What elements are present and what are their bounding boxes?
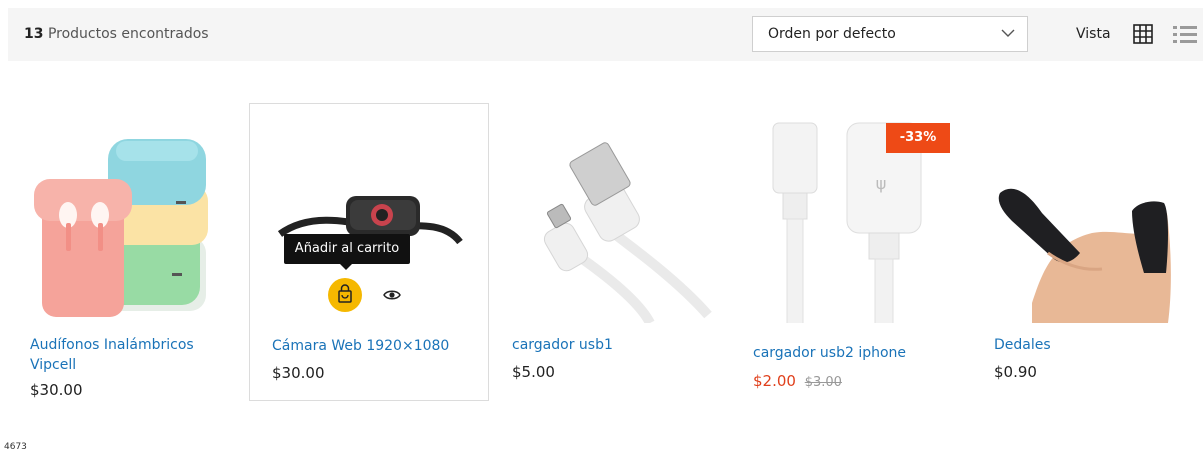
shopping-bag-icon (338, 284, 352, 303)
chevron-down-icon (1001, 29, 1015, 37)
product-title[interactable]: cargador usb1 (512, 335, 712, 355)
product-card-3[interactable]: cargador usb1 $5.00 (490, 103, 730, 401)
product-price: $30.00 (272, 364, 325, 382)
sale-price: $2.00 (753, 372, 796, 390)
grid-view-icon[interactable] (1132, 23, 1154, 45)
product-title[interactable]: Audífonos Inalámbricos Vipcell (30, 335, 230, 375)
product-card-1[interactable]: Audífonos Inalámbricos Vipcell $30.00 (8, 103, 248, 401)
product-price: $0.90 (994, 363, 1037, 381)
product-card-5[interactable]: Dedales $0.90 (972, 103, 1203, 401)
add-to-cart-button[interactable] (328, 278, 362, 312)
svg-text:ψ: ψ (876, 174, 887, 193)
product-image-webcam[interactable] (250, 104, 488, 324)
sort-select-value: Orden por defecto (768, 26, 896, 42)
product-title[interactable]: cargador usb2 iphone (753, 343, 953, 363)
product-image-finger-sleeves[interactable] (972, 103, 1203, 323)
add-to-cart-tooltip: Añadir al carrito (284, 234, 410, 270)
product-title[interactable]: Dedales (994, 335, 1194, 355)
results-count: 13 Productos encontrados (24, 26, 209, 42)
original-price: $3.00 (804, 375, 842, 390)
list-view-icon[interactable] (1172, 23, 1198, 45)
product-card-4[interactable]: ψ -33% cargador usb2 iphone $2.00 $3.00 (731, 103, 971, 401)
results-count-number: 13 (24, 26, 44, 42)
product-price: $30.00 (30, 381, 83, 399)
product-image-earbuds[interactable] (8, 103, 246, 323)
discount-badge: -33% (886, 123, 950, 153)
view-label: Vista (1076, 26, 1111, 42)
product-price: $2.00 $3.00 (753, 372, 842, 390)
product-card-2[interactable]: Añadir al carrito Cámara Web 1920×1080 $… (249, 103, 489, 401)
sort-select[interactable]: Orden por defecto (752, 16, 1028, 52)
product-image-usb-cable[interactable] (490, 103, 728, 323)
quick-view-eye-icon[interactable] (382, 285, 402, 305)
results-count-label: Productos encontrados (47, 26, 209, 42)
product-title[interactable]: Cámara Web 1920×1080 (272, 336, 472, 356)
shop-toolbar: 13 Productos encontrados Orden por defec… (8, 8, 1203, 61)
footer-number: 4673 (4, 442, 27, 452)
product-price: $5.00 (512, 363, 555, 381)
